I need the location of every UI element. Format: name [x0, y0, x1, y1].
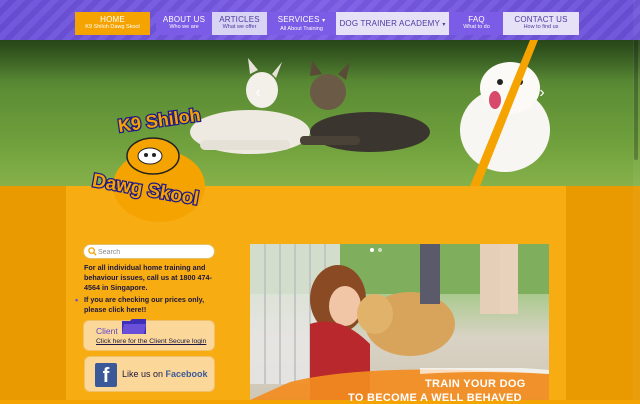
nav-item-articles[interactable]: ARTICLES What we offer	[212, 12, 267, 35]
slider-prev-arrow-icon[interactable]: ‹	[252, 85, 264, 101]
logo-line-2: Dawg Skool	[91, 170, 201, 208]
main-nav: HOME K9 Shiloh Dawg Skool ABOUT US Who w…	[75, 12, 579, 35]
nav-item-faq[interactable]: FAQ What to do	[449, 12, 504, 35]
chevron-down-icon: ▾	[442, 22, 446, 28]
search-box	[83, 244, 215, 259]
nav-item-contact-us[interactable]: CONTACT US How to find us	[503, 12, 579, 35]
nav-item-services[interactable]: SERVICES ▾ All About Training	[267, 12, 336, 35]
slider-dot[interactable]	[378, 248, 382, 252]
orange-accent-stripe	[470, 40, 538, 186]
facebook-like-box[interactable]: f Like us on Facebook	[84, 356, 215, 392]
search-input[interactable]	[98, 246, 210, 258]
info-text-call: For all individual home training and beh…	[84, 263, 212, 292]
nav-home-sub: K9 Shiloh Dawg Skool	[85, 24, 140, 30]
dog-silhouette-icon	[141, 15, 150, 32]
slider-pagination	[370, 248, 382, 252]
search-icon	[88, 247, 97, 256]
nav-academy-label: DOG TRAINER ACADEMY	[339, 19, 440, 28]
scrollbar-thumb[interactable]	[634, 40, 638, 160]
contact-info: For all individual home training and beh…	[75, 263, 219, 315]
nav-articles-label: ARTICLES	[219, 15, 260, 24]
chevron-down-icon: ▾	[322, 18, 326, 24]
facebook-icon: f	[95, 363, 117, 387]
facebook-brand: Facebook	[165, 369, 208, 379]
nav-contact-sub: How to find us	[523, 24, 559, 30]
nav-faq-sub: What to do	[463, 24, 490, 30]
nav-item-about-us[interactable]: ABOUT US Who we are	[156, 12, 212, 35]
nav-articles-sub: What we offer	[222, 24, 257, 30]
client-secure-login-link[interactable]: Click here for the Client Secure login	[96, 338, 206, 345]
nav-faq-label: FAQ	[468, 15, 485, 24]
nav-about-label: ABOUT US	[162, 15, 206, 24]
folder-icon	[122, 319, 146, 334]
nav-about-sub: Who we are	[169, 24, 199, 30]
nav-home-label: HOME	[100, 15, 125, 24]
client-label: Client	[96, 326, 118, 336]
nav-services-label: SERVICES	[277, 15, 320, 24]
nav-item-home[interactable]: HOME K9 Shiloh Dawg Skool	[75, 12, 150, 35]
k9-shiloh-logo[interactable]: K9 Shiloh Dawg Skool	[88, 98, 218, 208]
nav-services-sub: All About Training	[280, 26, 323, 32]
logo-line-1: K9 Shiloh	[117, 105, 202, 136]
nav-contact-label: CONTACT US	[514, 15, 568, 24]
slider-caption-line-1: TRAIN YOUR DOG	[425, 378, 526, 390]
client-login-box[interactable]: Client Click here for the Client Secure …	[83, 319, 215, 351]
nav-item-dog-trainer-academy[interactable]: DOG TRAINER ACADEMY ▾	[336, 12, 449, 35]
pricing-link[interactable]: If you are checking our prices only, ple…	[75, 295, 219, 315]
slider-caption-line-2: TO BECOME A WELL BEHAVED	[348, 392, 522, 404]
slider-next-arrow-icon[interactable]: ›	[536, 85, 548, 101]
facebook-text: Like us on	[122, 369, 166, 379]
slider-dot[interactable]	[370, 248, 374, 252]
